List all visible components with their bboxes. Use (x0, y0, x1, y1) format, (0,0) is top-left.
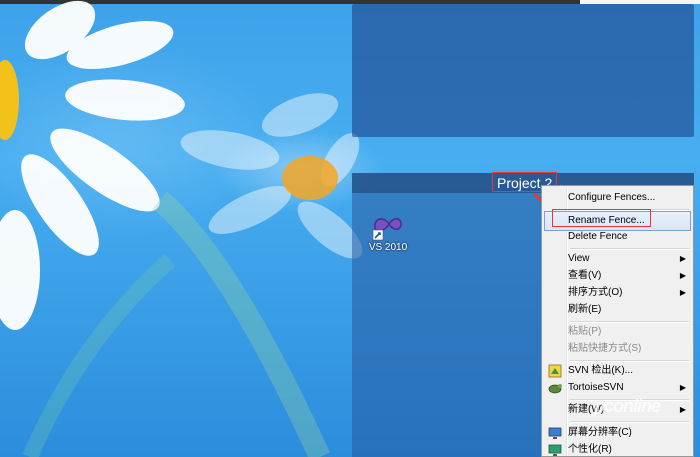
menu-item-refresh[interactable]: 刷新(E) (544, 300, 691, 320)
menu-item-label: Configure Fences... (568, 192, 656, 203)
menu-item-configure-fences[interactable]: Configure Fences... (544, 188, 691, 208)
submenu-arrow-icon: ▶ (679, 405, 686, 414)
desktop-wallpaper: Project 2 VS 2010 Configure Fences... Re… (0, 0, 700, 457)
menu-item-label: TortoiseSVN (568, 382, 624, 393)
site-watermark: pconline (594, 396, 661, 416)
desktop-shortcut[interactable]: VS 2010 (363, 211, 413, 253)
fence-panel-top[interactable] (352, 4, 694, 137)
visual-studio-icon (371, 211, 405, 241)
svn-checkout-icon (548, 364, 562, 378)
menu-item-label: 粘贴快捷方式(S) (568, 343, 642, 354)
monitor-icon (548, 426, 562, 440)
menu-item-label: 查看(V) (568, 270, 602, 281)
menu-item-label: View (568, 253, 590, 264)
shortcut-label: VS 2010 (368, 242, 408, 253)
highlight-annotation-box (552, 209, 651, 227)
menu-item-label: 刷新(E) (568, 304, 602, 315)
menu-item-label: SVN 检出(K)... (568, 365, 634, 376)
menu-item-label: 个性化(R) (568, 444, 612, 455)
menu-item-label: Delete Fence (568, 231, 628, 242)
tortoisesvn-icon (548, 381, 562, 395)
menu-item-label: 屏幕分辨率(C) (568, 427, 632, 438)
personalize-icon (548, 443, 562, 456)
submenu-arrow-icon: ▶ (679, 383, 686, 392)
menu-item-paste-shortcut[interactable]: 粘贴快捷方式(S) (544, 339, 691, 359)
menu-item-personalize[interactable]: 个性化(R) (544, 440, 691, 456)
menu-item-label: 粘贴(P) (568, 326, 602, 337)
menu-item-tortoisesvn[interactable]: TortoiseSVN ▶ (544, 378, 691, 398)
menu-item-label: 排序方式(O) (568, 287, 623, 298)
menu-item-delete-fence[interactable]: Delete Fence (544, 227, 691, 247)
